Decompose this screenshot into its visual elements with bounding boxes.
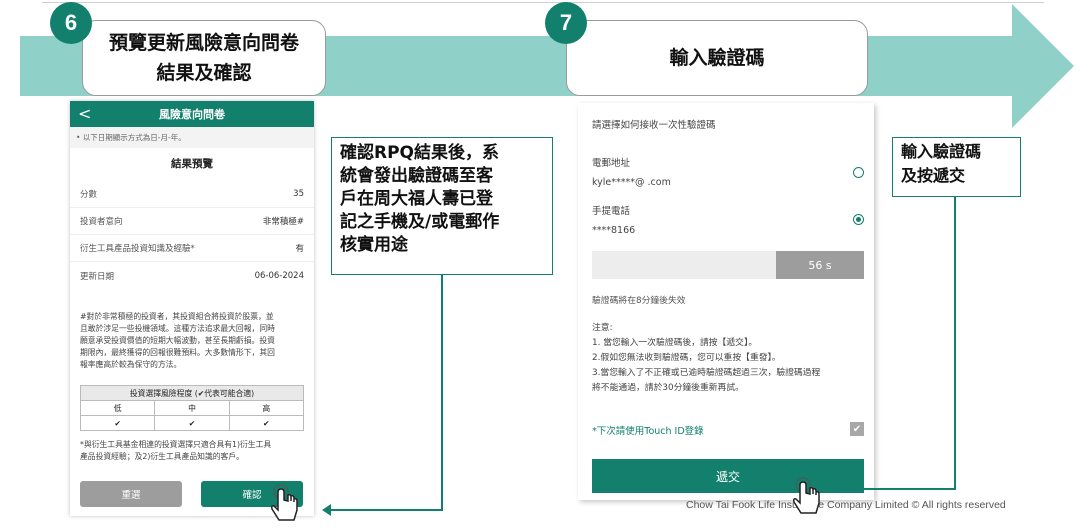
result-row-score: 分數 35 <box>70 181 314 208</box>
callout-line: 確認RPQ結果後，系 <box>340 143 500 163</box>
result-row-value: 非常積極# <box>262 217 304 227</box>
result-row-update-date: 更新日期 06-06-2024 <box>70 262 314 289</box>
result-row-label: 衍生工具產品投資知識及經驗* <box>80 244 195 254</box>
back-chevron-icon[interactable]: < <box>78 104 91 123</box>
callout-line: 統會發出驗證碼至客 <box>340 166 493 186</box>
phone-radio[interactable] <box>853 214 864 225</box>
check-icon: ✔ <box>154 415 230 431</box>
description-line: 期限內，最終獲得的回報很難預料。大多數情形下，其回 <box>80 348 275 357</box>
arrow-left-icon <box>322 504 331 516</box>
top-divider <box>42 2 1044 3</box>
result-row-investor-profile: 投資者意向 非常積極# <box>70 208 314 235</box>
step7-number-badge: 7 <box>545 2 587 44</box>
risk-level-medium: 中 <box>154 400 230 416</box>
callout-line: 記之手機及/或電郵作 <box>340 212 500 232</box>
result-row-value: 有 <box>295 244 304 254</box>
connector-line <box>330 509 443 511</box>
notes-title: 注意: <box>592 323 613 333</box>
risk-level-low: 低 <box>79 400 156 416</box>
touch-id-label: *下次請使用Touch ID登錄 <box>592 426 704 437</box>
risk-table-header: 投資選擇風險程度 (✔代表可能合適) <box>80 385 304 401</box>
check-icon: ✔ <box>79 415 156 431</box>
callout-rpq-confirm: 確認RPQ結果後，系 統會發出驗證碼至客 戶在周大福人壽已登 記之手機及/或電郵… <box>331 137 553 275</box>
otp-notes: 注意: 1. 當您輸入一次驗證碼後，請按【遞交】。 2.假如您無法收到驗證碼，您… <box>592 321 868 396</box>
email-label: 電郵地址 <box>592 158 631 169</box>
investor-description: #對於非常積極的投資者，其投資組合將投資於股票，並 且敢於涉足一些投機領域。這種… <box>70 311 314 371</box>
description-line: 願意承受投資價值的短期大幅波動，甚至長期虧損。投資 <box>80 336 275 345</box>
phone-value: ****8166 <box>592 225 636 236</box>
otp-screen: 請選擇如何接收一次性驗證碼 電郵地址 kyle*****@ .com 手提電話 … <box>578 103 874 500</box>
risk-level-high: 高 <box>228 400 305 416</box>
note-line: 2.假如您無法收到驗證碼，您可以重按【重發】。 <box>592 353 781 363</box>
check-icon: ✔ <box>228 415 305 431</box>
risk-level-table: 投資選擇風險程度 (✔代表可能合適) 低 中 高 ✔ ✔ ✔ <box>79 385 305 431</box>
date-format-note: • 以下日期顯示方式為日-月-年。 <box>70 127 314 148</box>
connector-line <box>830 488 956 490</box>
phone-label: 手提電話 <box>592 206 631 217</box>
result-preview-title: 結果預覽 <box>171 158 213 170</box>
email-radio[interactable] <box>853 167 864 178</box>
step6-title-line1: 預覽更新風險意向問卷 <box>108 32 299 54</box>
callout-line: 輸入驗證碼 <box>901 142 982 161</box>
result-row-label: 投資者意向 <box>80 217 123 227</box>
progress-arrow-head <box>1012 4 1074 128</box>
connector-line <box>441 275 443 510</box>
footnote-line: 產品投資經驗；及2)衍生工具產品知識的客戶。 <box>80 452 244 461</box>
result-row-value: 35 <box>293 189 304 199</box>
step6-title-line2: 結果及確認 <box>156 62 252 84</box>
step7-title-box: 輸入驗證碼 <box>566 20 868 96</box>
connector-line <box>954 197 956 489</box>
otp-expiry-note: 驗證碼將在8分鐘後失效 <box>592 296 686 306</box>
description-line: 報率應高於較為保守的方法。 <box>80 360 182 369</box>
derivative-footnote: *與衍生工具基金相連的投資選擇只適合具有1)衍生工具 產品投資經驗；及2)衍生工… <box>70 439 314 463</box>
touch-id-checkbox[interactable]: ✔ <box>850 422 864 436</box>
callout-line: 核實用途 <box>340 235 408 255</box>
note-line: 1. 當您輸入一次驗證碼後，請按【遞交】。 <box>592 338 758 348</box>
step6-title-box: 預覽更新風險意向問卷 結果及確認 <box>82 20 326 96</box>
otp-code-input[interactable] <box>592 251 776 279</box>
result-row-derivative-knowledge: 衍生工具產品投資知識及經驗* 有 <box>70 235 314 262</box>
footnote-line: *與衍生工具基金相連的投資選擇只適合具有1)衍生工具 <box>80 440 272 449</box>
result-row-label: 更新日期 <box>80 271 115 282</box>
description-line: 且敢於涉足一些投機領域。這種方法追求最大回報，同時 <box>80 324 275 333</box>
rpq-header-title: 風險意向問卷 <box>159 108 225 121</box>
hand-pointer-icon <box>268 484 302 532</box>
email-value: kyle*****@ .com <box>592 177 671 188</box>
copyright-footer: Chow Tai Fook Life Insurance Company Lim… <box>686 499 1006 511</box>
step7-title: 輸入驗證碼 <box>669 47 765 69</box>
result-row-value: 06-06-2024 <box>254 270 304 281</box>
note-line: 將不能通過，請於30分鐘後重新再試。 <box>592 383 744 393</box>
callout-line: 戶在周大福人壽已登 <box>340 189 493 209</box>
rpq-result-screen: < 風險意向問卷 • 以下日期顯示方式為日-月-年。 結果預覽 分數 35 投資… <box>70 101 314 516</box>
description-line: #對於非常積極的投資者，其投資組合將投資於股票，並 <box>80 312 274 321</box>
reselect-button[interactable]: 重選 <box>80 481 182 507</box>
callout-line: 及按遞交 <box>901 166 966 185</box>
result-row-label: 分數 <box>80 190 98 200</box>
step6-number-badge: 6 <box>50 2 92 44</box>
rpq-header: < 風險意向問卷 <box>70 101 314 127</box>
resend-countdown-button[interactable]: 56 s <box>776 251 864 279</box>
note-line: 3.當您輸入了不正確或已逾時驗證碼超過三次，驗證碼過程 <box>592 368 821 378</box>
callout-enter-otp: 輸入驗證碼 及按遞交 <box>892 137 1021 197</box>
otp-prompt: 請選擇如何接收一次性驗證碼 <box>592 120 716 131</box>
hand-pointer-icon <box>790 476 824 526</box>
